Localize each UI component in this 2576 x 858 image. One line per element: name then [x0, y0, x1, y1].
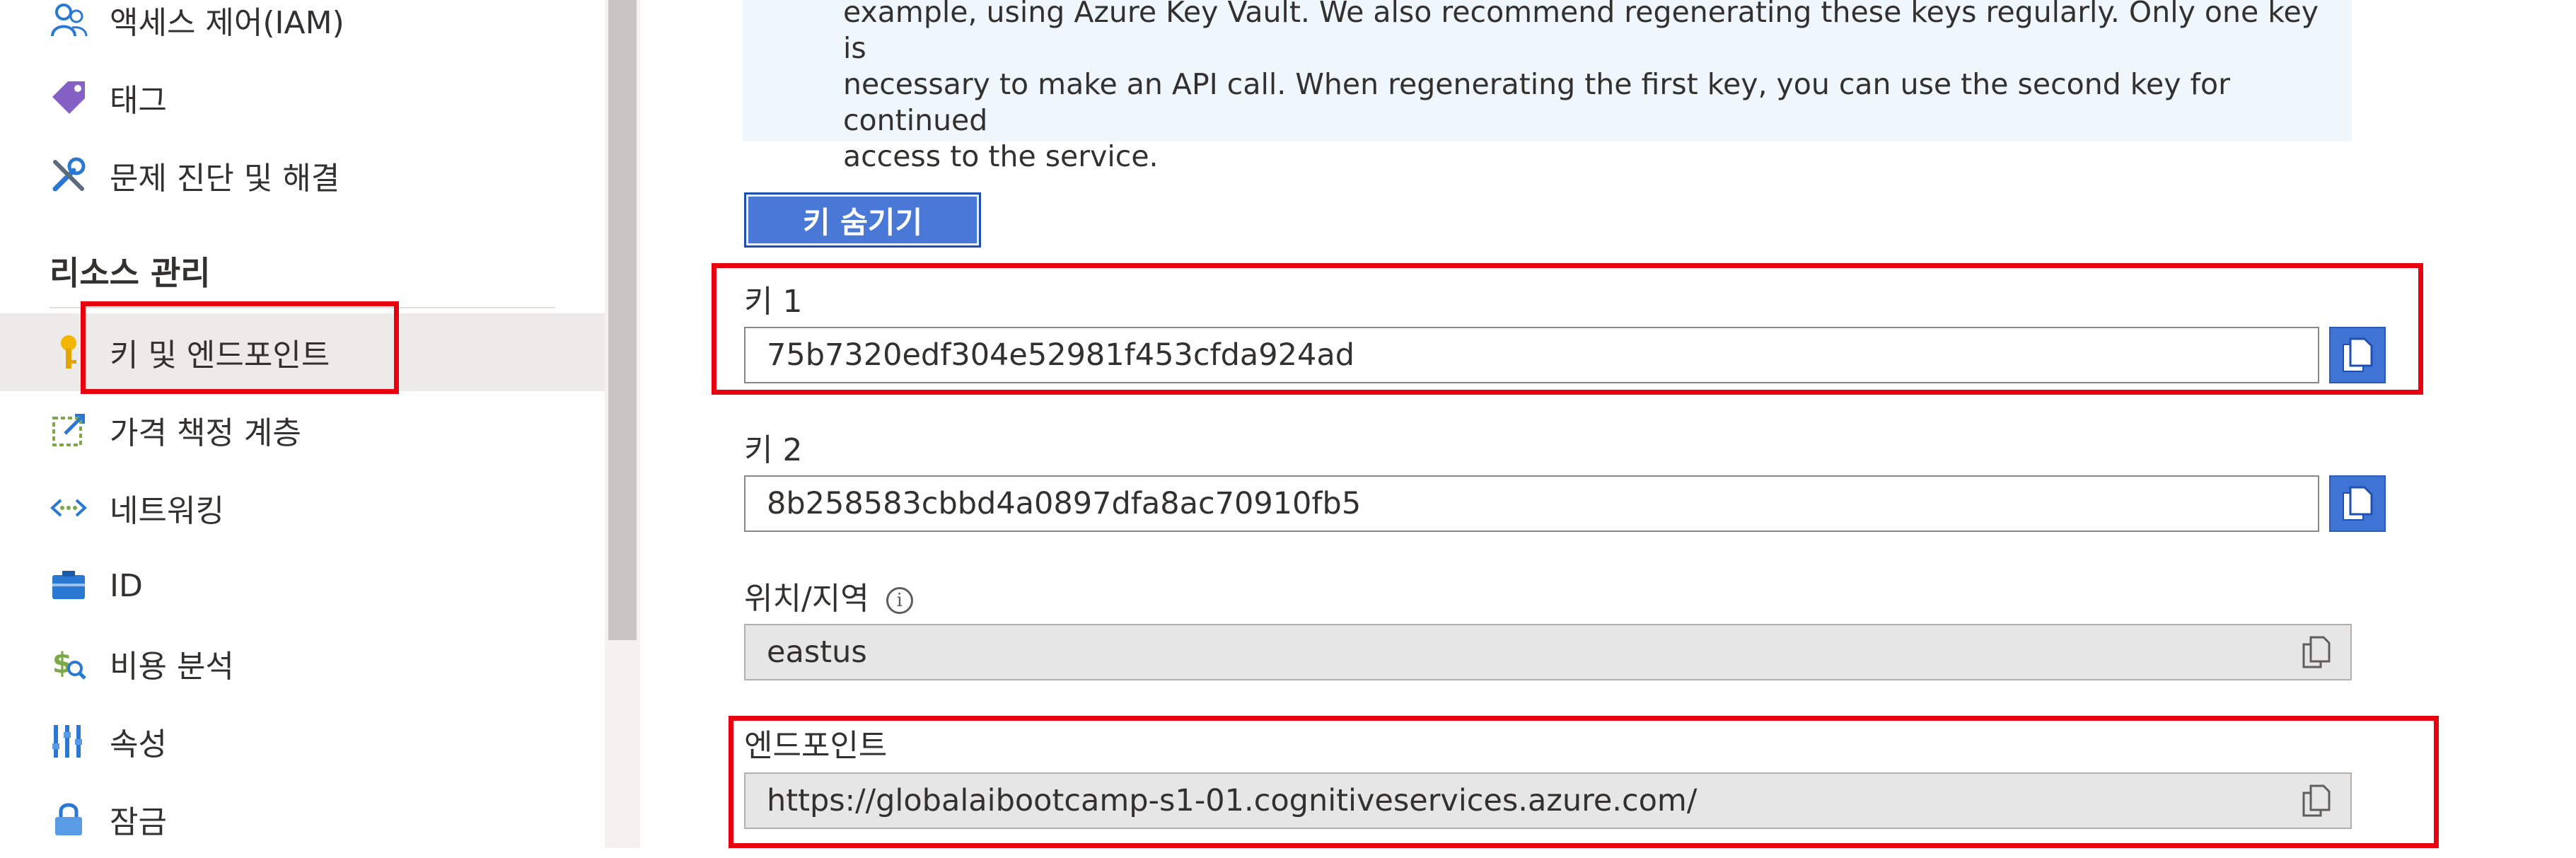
sidebar-item-cost-analysis[interactable]: $ 비용 분석 — [0, 625, 605, 702]
info-line: access to the service. — [843, 139, 1159, 173]
location-field[interactable]: eastus — [744, 624, 2352, 680]
highlight-box-key1 — [712, 263, 2423, 395]
location-label: 위치/지역 i — [744, 573, 913, 618]
sidebar-item-access-control[interactable]: 액세스 제어(IAM) — [0, 0, 605, 59]
sidebar-item-label: 문제 진단 및 해결 — [110, 161, 340, 197]
tag-icon — [48, 77, 89, 118]
sidebar-item-locks[interactable]: 잠금 — [0, 780, 605, 858]
info-banner-text: example, using Azure Key Vault. We also … — [843, 0, 2343, 175]
sidebar-scrollbar-thumb[interactable] — [608, 0, 637, 640]
sidebar-item-label: 비용 분석 — [110, 649, 234, 685]
sidebar-item-label: ID — [110, 567, 143, 604]
sidebar-item-label: 태그 — [110, 83, 167, 119]
copy-key2-button[interactable] — [2329, 475, 2386, 532]
highlight-box-endpoint — [729, 716, 2439, 848]
sidebar-item-diagnose[interactable]: 문제 진단 및 해결 — [0, 137, 605, 214]
info-line: example, using Azure Key Vault. We also … — [843, 0, 2319, 65]
section-title-resource-management: 리소스 관리 — [50, 254, 211, 292]
location-label-text: 위치/지역 — [744, 581, 869, 617]
sidebar-item-identity[interactable]: ID — [0, 547, 605, 625]
cost-icon: $ — [48, 643, 89, 684]
hide-keys-button[interactable]: 키 숨기기 — [744, 192, 981, 248]
sidebar-item-label: 잠금 — [110, 804, 167, 840]
network-icon — [48, 487, 89, 528]
location-value: eastus — [767, 634, 867, 670]
edit-icon — [48, 410, 89, 451]
highlight-box-keys-nav — [81, 301, 399, 394]
sidebar-item-properties[interactable]: 속성 — [0, 702, 605, 780]
info-line: necessary to make an API call. When rege… — [843, 67, 2230, 137]
sidebar-item-label: 네트워킹 — [110, 493, 224, 529]
info-icon[interactable]: i — [886, 587, 913, 614]
key2-field[interactable]: 8b258583cbbd4a0897dfa8ac70910fb5 — [744, 475, 2319, 532]
sidebar-item-label: 액세스 제어(IAM) — [110, 5, 344, 41]
sidebar: 액세스 제어(IAM) 태그 문제 진단 및 해결 리소스 관리 키 및 엔드포… — [0, 0, 605, 848]
people-icon — [48, 0, 89, 40]
identity-icon — [48, 565, 89, 606]
sidebar-item-networking[interactable]: 네트워킹 — [0, 469, 605, 547]
sidebar-item-label: 가격 책정 계층 — [110, 415, 301, 451]
sidebar-item-tags[interactable]: 태그 — [0, 59, 605, 137]
copy-icon[interactable] — [2301, 634, 2332, 670]
key2-label: 키 2 — [744, 432, 803, 468]
wrench-icon — [48, 155, 89, 196]
copy-icon — [2343, 486, 2373, 521]
key2-value: 8b258583cbbd4a0897dfa8ac70910fb5 — [767, 486, 1362, 521]
properties-icon — [48, 721, 89, 762]
lock-icon — [48, 799, 89, 840]
sidebar-item-pricing-tier[interactable]: 가격 책정 계층 — [0, 391, 605, 469]
sidebar-item-label: 속성 — [110, 726, 167, 763]
